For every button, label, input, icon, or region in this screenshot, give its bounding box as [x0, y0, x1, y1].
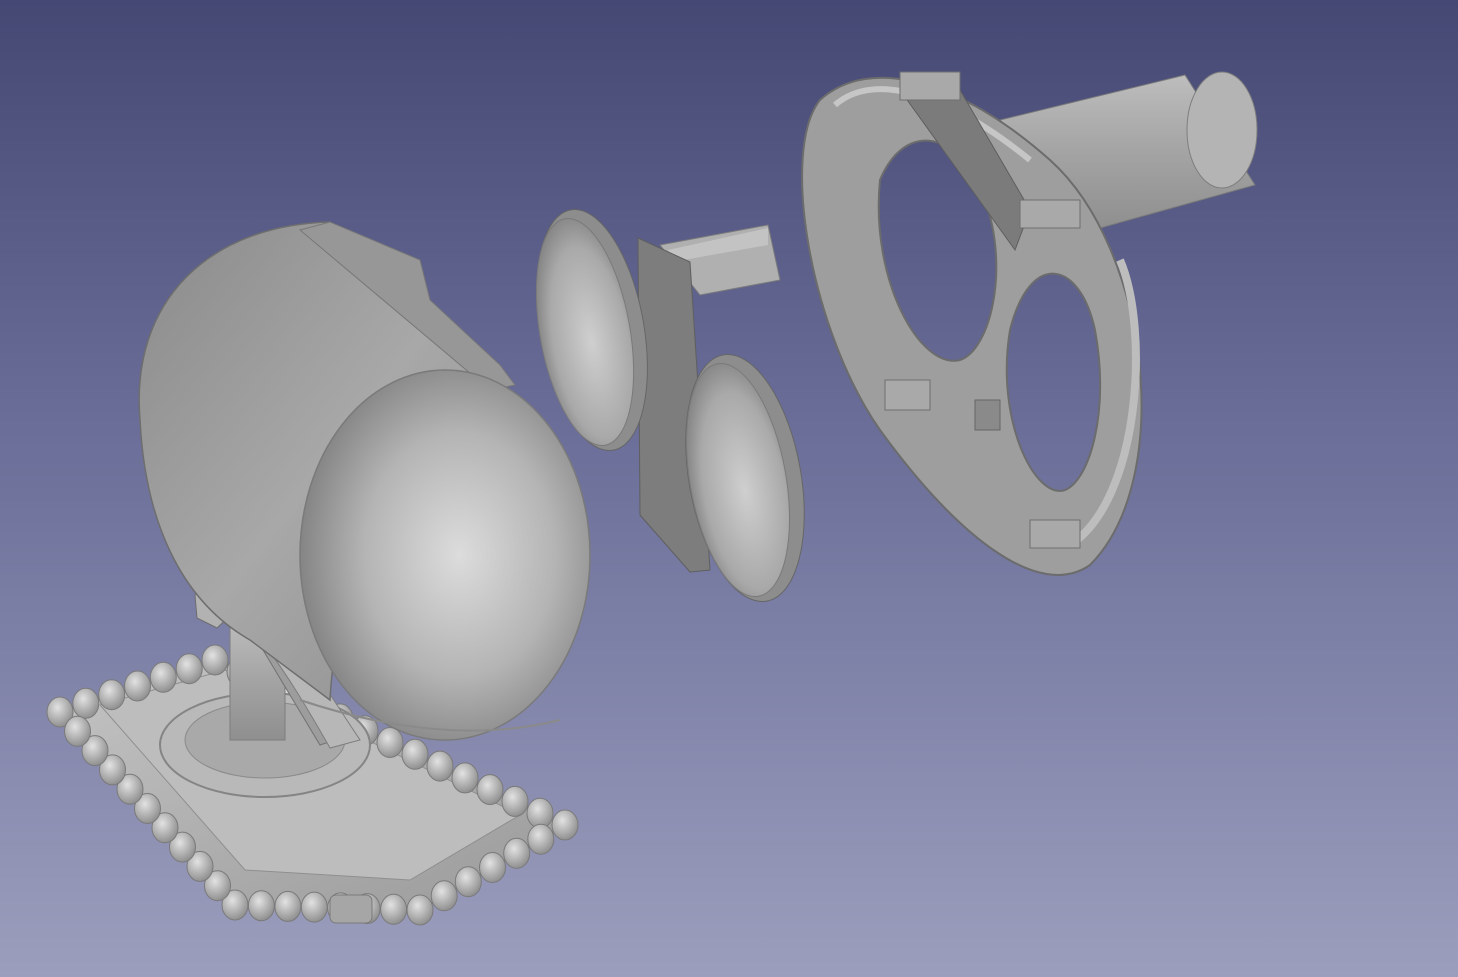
3d-viewport[interactable] — [0, 0, 1458, 977]
rim-bead — [98, 679, 126, 711]
rim-bead — [426, 750, 454, 782]
rim-bead — [247, 890, 275, 922]
rim-bead — [64, 715, 91, 747]
3d-scene[interactable] — [0, 0, 1458, 977]
base-foot-peg — [329, 894, 373, 924]
rim-bead — [376, 727, 404, 758]
rim-bead — [201, 644, 229, 676]
bezel-tab — [974, 399, 1001, 431]
rim-bead — [401, 738, 429, 770]
rim-bead — [501, 785, 529, 817]
rim-bead — [476, 774, 504, 806]
lamp-dome-front — [299, 369, 591, 741]
rim-bead — [527, 823, 555, 855]
rim-bead — [479, 852, 506, 883]
rim-bead — [300, 891, 328, 923]
rim-bead — [124, 670, 151, 702]
rim-bead — [149, 661, 177, 693]
rim-bead — [451, 762, 479, 794]
rim-bead — [274, 890, 302, 922]
rim-bead — [454, 866, 482, 898]
rim-bead — [380, 893, 408, 925]
rim-bead — [526, 797, 554, 829]
rim-bead — [430, 880, 458, 912]
rim-bead — [406, 894, 434, 926]
bezel-ring-part[interactable] — [801, 71, 1258, 576]
bezel-tab — [884, 379, 931, 411]
bezel-tab — [1029, 519, 1081, 549]
rim-bead — [503, 837, 531, 869]
rim-bead — [175, 653, 203, 685]
bezel-tab — [899, 71, 961, 101]
lamp-housing-part[interactable] — [46, 221, 591, 926]
rim-bead — [72, 687, 100, 719]
bezel-tab — [1019, 199, 1081, 229]
rim-bead — [551, 809, 579, 841]
